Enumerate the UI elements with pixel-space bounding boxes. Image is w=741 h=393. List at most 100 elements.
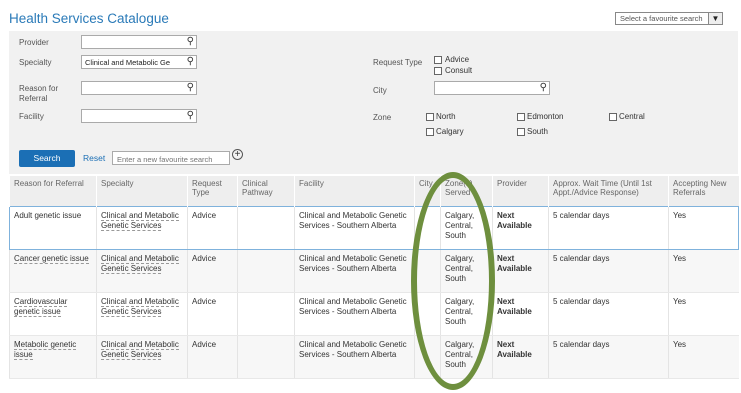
reset-link[interactable]: Reset: [83, 153, 105, 163]
reason-link[interactable]: Cancer genetic issue: [14, 254, 89, 264]
specialty-input[interactable]: Clinical and Metabolic Ge ⚲: [81, 55, 197, 69]
search-button[interactable]: Search: [19, 150, 75, 167]
table-row[interactable]: Metabolic genetic issue Clinical and Met…: [9, 335, 739, 379]
cell-provider: Next Available: [492, 335, 549, 379]
reason-label: Reason for Referral: [19, 84, 59, 103]
zone-south-checkbox[interactable]: [517, 128, 525, 136]
cell-specialty: Clinical and Metabolic Genetic Services: [96, 206, 188, 250]
add-favourite-icon[interactable]: +: [232, 149, 243, 160]
cell-provider: Next Available: [492, 292, 549, 336]
cell-wait: 5 calendar days: [548, 206, 669, 250]
zone-north-label: North: [436, 112, 456, 121]
table-row[interactable]: Adult genetic issue Clinical and Metabol…: [9, 206, 739, 250]
col-header-zones[interactable]: Zone(s) Served: [440, 176, 493, 207]
specialty-link[interactable]: Clinical and Metabolic Genetic Services: [101, 254, 179, 274]
cell-pathway: [237, 335, 295, 379]
cell-wait: 5 calendar days: [548, 249, 669, 293]
col-header-provider[interactable]: Provider: [492, 176, 549, 207]
col-header-clinical-pathway[interactable]: Clinical Pathway: [237, 176, 295, 207]
cell-city: [414, 335, 441, 379]
cell-accepting: Yes: [668, 249, 739, 293]
cell-request: Advice: [187, 292, 238, 336]
search-icon[interactable]: ⚲: [187, 82, 194, 93]
cell-city: [414, 206, 441, 250]
provider-label: Provider: [19, 38, 49, 47]
consult-checkbox-label: Consult: [445, 66, 473, 75]
city-label: City: [373, 86, 387, 95]
search-icon[interactable]: ⚲: [540, 82, 547, 93]
cell-facility: Clinical and Metabolic Genetic Services …: [294, 206, 415, 250]
zone-central-checkbox[interactable]: [609, 113, 617, 121]
table-row[interactable]: Cardiovascular genetic issue Clinical an…: [9, 292, 739, 336]
zone-calgary-checkbox[interactable]: [426, 128, 434, 136]
cell-provider: Next Available: [492, 249, 549, 293]
col-header-accepting[interactable]: Accepting New Referrals: [668, 176, 739, 207]
cell-zones: Calgary, Central, South: [440, 335, 493, 379]
cell-wait: 5 calendar days: [548, 335, 669, 379]
cell-request: Advice: [187, 249, 238, 293]
col-header-facility[interactable]: Facility: [294, 176, 415, 207]
cell-pathway: [237, 249, 295, 293]
col-header-city[interactable]: City: [414, 176, 441, 207]
specialty-input-value: Clinical and Metabolic Ge: [85, 58, 171, 67]
cell-reason: Metabolic genetic issue: [9, 335, 97, 379]
specialty-link[interactable]: Clinical and Metabolic Genetic Services: [101, 340, 179, 360]
reason-link[interactable]: Metabolic genetic issue: [14, 340, 77, 360]
cell-pathway: [237, 206, 295, 250]
cell-specialty: Clinical and Metabolic Genetic Services: [96, 335, 188, 379]
col-header-wait-time[interactable]: Approx. Wait Time (Until 1st Appt./Advic…: [548, 176, 669, 207]
chevron-down-icon[interactable]: ▼: [708, 13, 722, 24]
search-icon[interactable]: ⚲: [187, 110, 194, 121]
advice-checkbox-label: Advice: [445, 55, 470, 64]
cell-facility: Clinical and Metabolic Genetic Services …: [294, 335, 415, 379]
favourite-search-select[interactable]: Select a favourite search ▼: [615, 12, 723, 25]
cell-request: Advice: [187, 335, 238, 379]
provider-input[interactable]: ⚲: [81, 35, 197, 49]
zone-edmonton-checkbox[interactable]: [517, 113, 525, 121]
page-title: Health Services Catalogue: [9, 11, 169, 26]
specialty-link[interactable]: Clinical and Metabolic Genetic Services: [101, 297, 179, 317]
cell-accepting: Yes: [668, 206, 739, 250]
cell-specialty: Clinical and Metabolic Genetic Services: [96, 249, 188, 293]
request-type-label: Request Type: [373, 58, 423, 67]
cell-city: [414, 292, 441, 336]
zone-north-checkbox[interactable]: [426, 113, 434, 121]
specialty-link[interactable]: Clinical and Metabolic Genetic Services: [101, 211, 179, 231]
cell-zones: Calgary, Central, South: [440, 206, 493, 250]
cell-accepting: Yes: [668, 292, 739, 336]
cell-reason: Cancer genetic issue: [9, 249, 97, 293]
zone-south-label: South: [527, 127, 548, 136]
col-header-reason[interactable]: Reason for Referral: [9, 176, 97, 207]
favourite-search-name-input[interactable]: [112, 151, 230, 165]
col-header-request-type[interactable]: Request Type: [187, 176, 238, 207]
cell-facility: Clinical and Metabolic Genetic Services …: [294, 292, 415, 336]
table-row[interactable]: Cancer genetic issue Clinical and Metabo…: [9, 249, 739, 293]
zone-calgary-label: Calgary: [436, 127, 464, 136]
cell-wait: 5 calendar days: [548, 292, 669, 336]
zone-central-label: Central: [619, 112, 645, 121]
cell-reason[interactable]: Adult genetic issue: [9, 206, 97, 250]
zone-edmonton-label: Edmonton: [527, 112, 564, 121]
cell-pathway: [237, 292, 295, 336]
cell-accepting: Yes: [668, 335, 739, 379]
specialty-label: Specialty: [19, 58, 52, 67]
consult-checkbox[interactable]: [434, 67, 442, 75]
favourite-search-select-label: Select a favourite search: [620, 14, 703, 23]
search-icon[interactable]: ⚲: [187, 56, 194, 67]
cell-facility: Clinical and Metabolic Genetic Services …: [294, 249, 415, 293]
facility-input[interactable]: ⚲: [81, 109, 197, 123]
cell-reason: Cardiovascular genetic issue: [9, 292, 97, 336]
table-header-row: Reason for Referral Specialty Request Ty…: [9, 176, 739, 207]
facility-label: Facility: [19, 112, 44, 121]
reason-input[interactable]: ⚲: [81, 81, 197, 95]
city-input[interactable]: ⚲: [434, 81, 550, 95]
cell-request: Advice: [187, 206, 238, 250]
advice-checkbox[interactable]: [434, 56, 442, 64]
reason-link[interactable]: Cardiovascular genetic issue: [14, 297, 68, 317]
search-icon[interactable]: ⚲: [187, 36, 194, 47]
col-header-specialty[interactable]: Specialty: [96, 176, 188, 207]
cell-zones: Calgary, Central, South: [440, 249, 493, 293]
results-table: Reason for Referral Specialty Request Ty…: [9, 176, 739, 379]
zone-label: Zone: [373, 113, 392, 122]
cell-provider: Next Available: [492, 206, 549, 250]
